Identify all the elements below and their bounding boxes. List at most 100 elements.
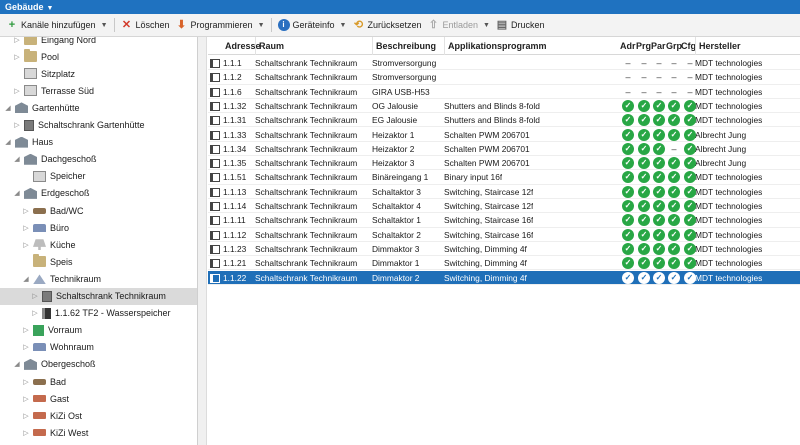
reset-button[interactable]: ⟲ Zurücksetzen	[349, 16, 424, 34]
col-cfg-header[interactable]: Cfg	[679, 37, 696, 55]
tree-item[interactable]: ▷Schlafzimmer	[0, 441, 197, 445]
collapse-arrow-icon[interactable]: ◢	[12, 155, 22, 163]
tree-item[interactable]: ▷ Vorraum	[0, 322, 197, 339]
expand-arrow-icon[interactable]: ▷	[12, 87, 22, 95]
unload-dropdown-icon[interactable]: ▼	[483, 22, 490, 29]
room-cell: Schaltschrank Technikraum	[255, 129, 358, 140]
tree-item[interactable]: ▷ Gast	[0, 390, 197, 407]
table-row[interactable]: 1.1.33 Schaltschrank Technikraum Heizaktor…	[208, 128, 800, 142]
tree-item[interactable]: ▷ Büro	[0, 219, 197, 236]
print-label: Drucken	[510, 20, 545, 30]
tree-item[interactable]: ▷ Schaltschrank Technikraum	[0, 287, 197, 305]
check-circle-icon: ✓	[622, 214, 634, 227]
expand-arrow-icon[interactable]: ▷	[30, 292, 40, 300]
device-info-dropdown-icon[interactable]: ▼	[340, 22, 347, 29]
manufacturer-cell: MDT technologies	[695, 243, 763, 254]
table-row[interactable]: 1.1.1 Schaltschrank Technikraum Stromverso…	[208, 56, 800, 71]
tree-item[interactable]: ▷ 1.1.62 TF2 - Wasserspeicher	[0, 305, 197, 322]
tree-item[interactable]: Speis	[0, 253, 197, 270]
table-row[interactable]: 1.1.12 Schaltschrank Technikraum Schaltakt…	[208, 228, 800, 242]
add-channels-button[interactable]: + Kanäle hinzufügen	[3, 16, 99, 34]
tree-item[interactable]: ◢ Haus	[0, 134, 197, 151]
check-circle-icon: ✓	[653, 142, 665, 155]
tree-item[interactable]: ◢ Technikraum	[0, 270, 197, 287]
expand-arrow-icon[interactable]: ▷	[21, 343, 31, 351]
delete-button[interactable]: ✕ Löschen	[118, 16, 173, 34]
add-channels-dropdown-icon[interactable]: ▼	[101, 22, 108, 29]
collapse-arrow-icon[interactable]: ◢	[3, 138, 13, 146]
print-button[interactable]: ▤ Drucken	[493, 16, 548, 34]
tree-item[interactable]: ▷ Eingang Nord	[0, 37, 197, 48]
expand-arrow-icon[interactable]: ▷	[12, 37, 22, 44]
col-description-header[interactable]: Beschreibung	[372, 37, 436, 55]
chevron-down-icon[interactable]: ▼	[47, 5, 54, 12]
table-row[interactable]: 1.1.13 Schaltschrank Technikraum Schaltakt…	[208, 185, 800, 199]
panel-title-bar[interactable]: Gebäude ▼	[0, 0, 800, 14]
table-row[interactable]: 1.1.31 Schaltschrank Technikraum EG Jalous…	[208, 113, 800, 128]
folder-icon	[24, 37, 37, 45]
expand-arrow-icon[interactable]: ▷	[12, 53, 22, 61]
tree-item[interactable]: ◢ Obergeschoß	[0, 356, 197, 373]
description-cell: Binäreingang 1	[372, 172, 429, 183]
table-row[interactable]: 1.1.6 Schaltschrank Technikraum GIRA USB-H…	[208, 85, 800, 99]
tree-item[interactable]: ▷ Wohnraum	[0, 339, 197, 356]
table-row[interactable]: 1.1.14 Schaltschrank Technikraum Schaltakt…	[208, 199, 800, 214]
tree-item-label: Haus	[32, 137, 54, 148]
room-cell: Schaltschrank Technikraum	[255, 115, 358, 126]
expand-arrow-icon[interactable]: ▷	[12, 121, 22, 129]
tree-item[interactable]: ▷ Pool	[0, 48, 197, 65]
tree-item[interactable]: ◢ Gartenhütte	[0, 99, 197, 116]
check-circle-icon: ✓	[668, 185, 680, 198]
device-icon	[210, 116, 220, 126]
collapse-arrow-icon[interactable]: ◢	[21, 275, 31, 283]
program-button[interactable]: ⬇ Programmieren	[173, 16, 256, 34]
program-dropdown-icon[interactable]: ▼	[258, 22, 265, 29]
collapse-arrow-icon[interactable]: ◢	[12, 189, 22, 197]
table-row[interactable]: 1.1.32 Schaltschrank Technikraum OG Jalous…	[208, 99, 800, 114]
room-cell: Schaltschrank Technikraum	[255, 86, 358, 97]
check-circle-icon: ✓	[668, 171, 680, 184]
tree-item[interactable]: ◢ Dachgeschoß	[0, 151, 197, 168]
check-circle-icon: ✓	[684, 242, 696, 255]
table-row[interactable]: 1.1.34 Schaltschrank Technikraum Heizaktor…	[208, 142, 800, 157]
table-row[interactable]: 1.1.35 Schaltschrank Technikraum Heizaktor…	[208, 156, 800, 171]
tree-item-label: Schaltschrank Gartenhütte	[38, 120, 145, 130]
expand-arrow-icon[interactable]: ▷	[21, 429, 31, 437]
collapse-arrow-icon[interactable]: ◢	[12, 360, 22, 368]
tree-item[interactable]: ▷ KiZi West	[0, 424, 197, 441]
device-info-button[interactable]: i Geräteinfo	[275, 16, 338, 34]
expand-arrow-icon[interactable]: ▷	[21, 326, 31, 334]
tree-item[interactable]: ▷ Terrasse Süd	[0, 82, 197, 99]
table-row[interactable]: 1.1.22 Schaltschrank Technikraum Dimmaktor…	[208, 270, 800, 285]
unload-button[interactable]: ⇧ Entladen	[425, 16, 482, 34]
address-cell: 1.1.33	[223, 129, 247, 140]
tree-item[interactable]: ▷ Küche	[0, 236, 197, 253]
tree-item[interactable]: ▷ KiZi Ost	[0, 407, 197, 424]
collapse-arrow-icon[interactable]: ◢	[3, 104, 13, 112]
expand-arrow-icon[interactable]: ▷	[21, 224, 31, 232]
col-adr-header[interactable]: Adr	[618, 37, 636, 55]
tree-item[interactable]: ▷ Bad/WC	[0, 202, 197, 219]
address-cell: 1.1.21	[223, 258, 247, 269]
expand-arrow-icon[interactable]: ▷	[21, 378, 31, 386]
expand-arrow-icon[interactable]: ▷	[21, 395, 31, 403]
tree-item[interactable]: ◢ Erdgeschoß	[0, 185, 197, 202]
tree-item[interactable]: ▷ Schaltschrank Gartenhütte	[0, 117, 197, 134]
table-row[interactable]: 1.1.11 Schaltschrank Technikraum Schaltakt…	[208, 213, 800, 228]
col-manufacturer-header[interactable]: Hersteller	[695, 37, 741, 55]
table-row[interactable]: 1.1.51 Schaltschrank Technikraum Binäreing…	[208, 170, 800, 185]
tree-item[interactable]: Speicher	[0, 168, 197, 185]
col-room-header[interactable]: Raum	[255, 37, 284, 55]
tree-scrollbar[interactable]	[198, 37, 207, 445]
table-row[interactable]: 1.1.2 Schaltschrank Technikraum Stromverso…	[208, 70, 800, 85]
expand-arrow-icon[interactable]: ▷	[21, 241, 31, 249]
check-circle-icon: ✓	[622, 157, 634, 170]
col-application-header[interactable]: Applikationsprogramm	[444, 37, 547, 55]
expand-arrow-icon[interactable]: ▷	[21, 412, 31, 420]
tree-item[interactable]: Sitzplatz	[0, 65, 197, 82]
tree-item[interactable]: ▷ Bad	[0, 373, 197, 390]
expand-arrow-icon[interactable]: ▷	[21, 207, 31, 215]
expand-arrow-icon[interactable]: ▷	[30, 309, 40, 317]
table-row[interactable]: 1.1.23 Schaltschrank Technikraum Dimmaktor…	[208, 242, 800, 257]
table-row[interactable]: 1.1.21 Schaltschrank Technikraum Dimmaktor…	[208, 256, 800, 271]
